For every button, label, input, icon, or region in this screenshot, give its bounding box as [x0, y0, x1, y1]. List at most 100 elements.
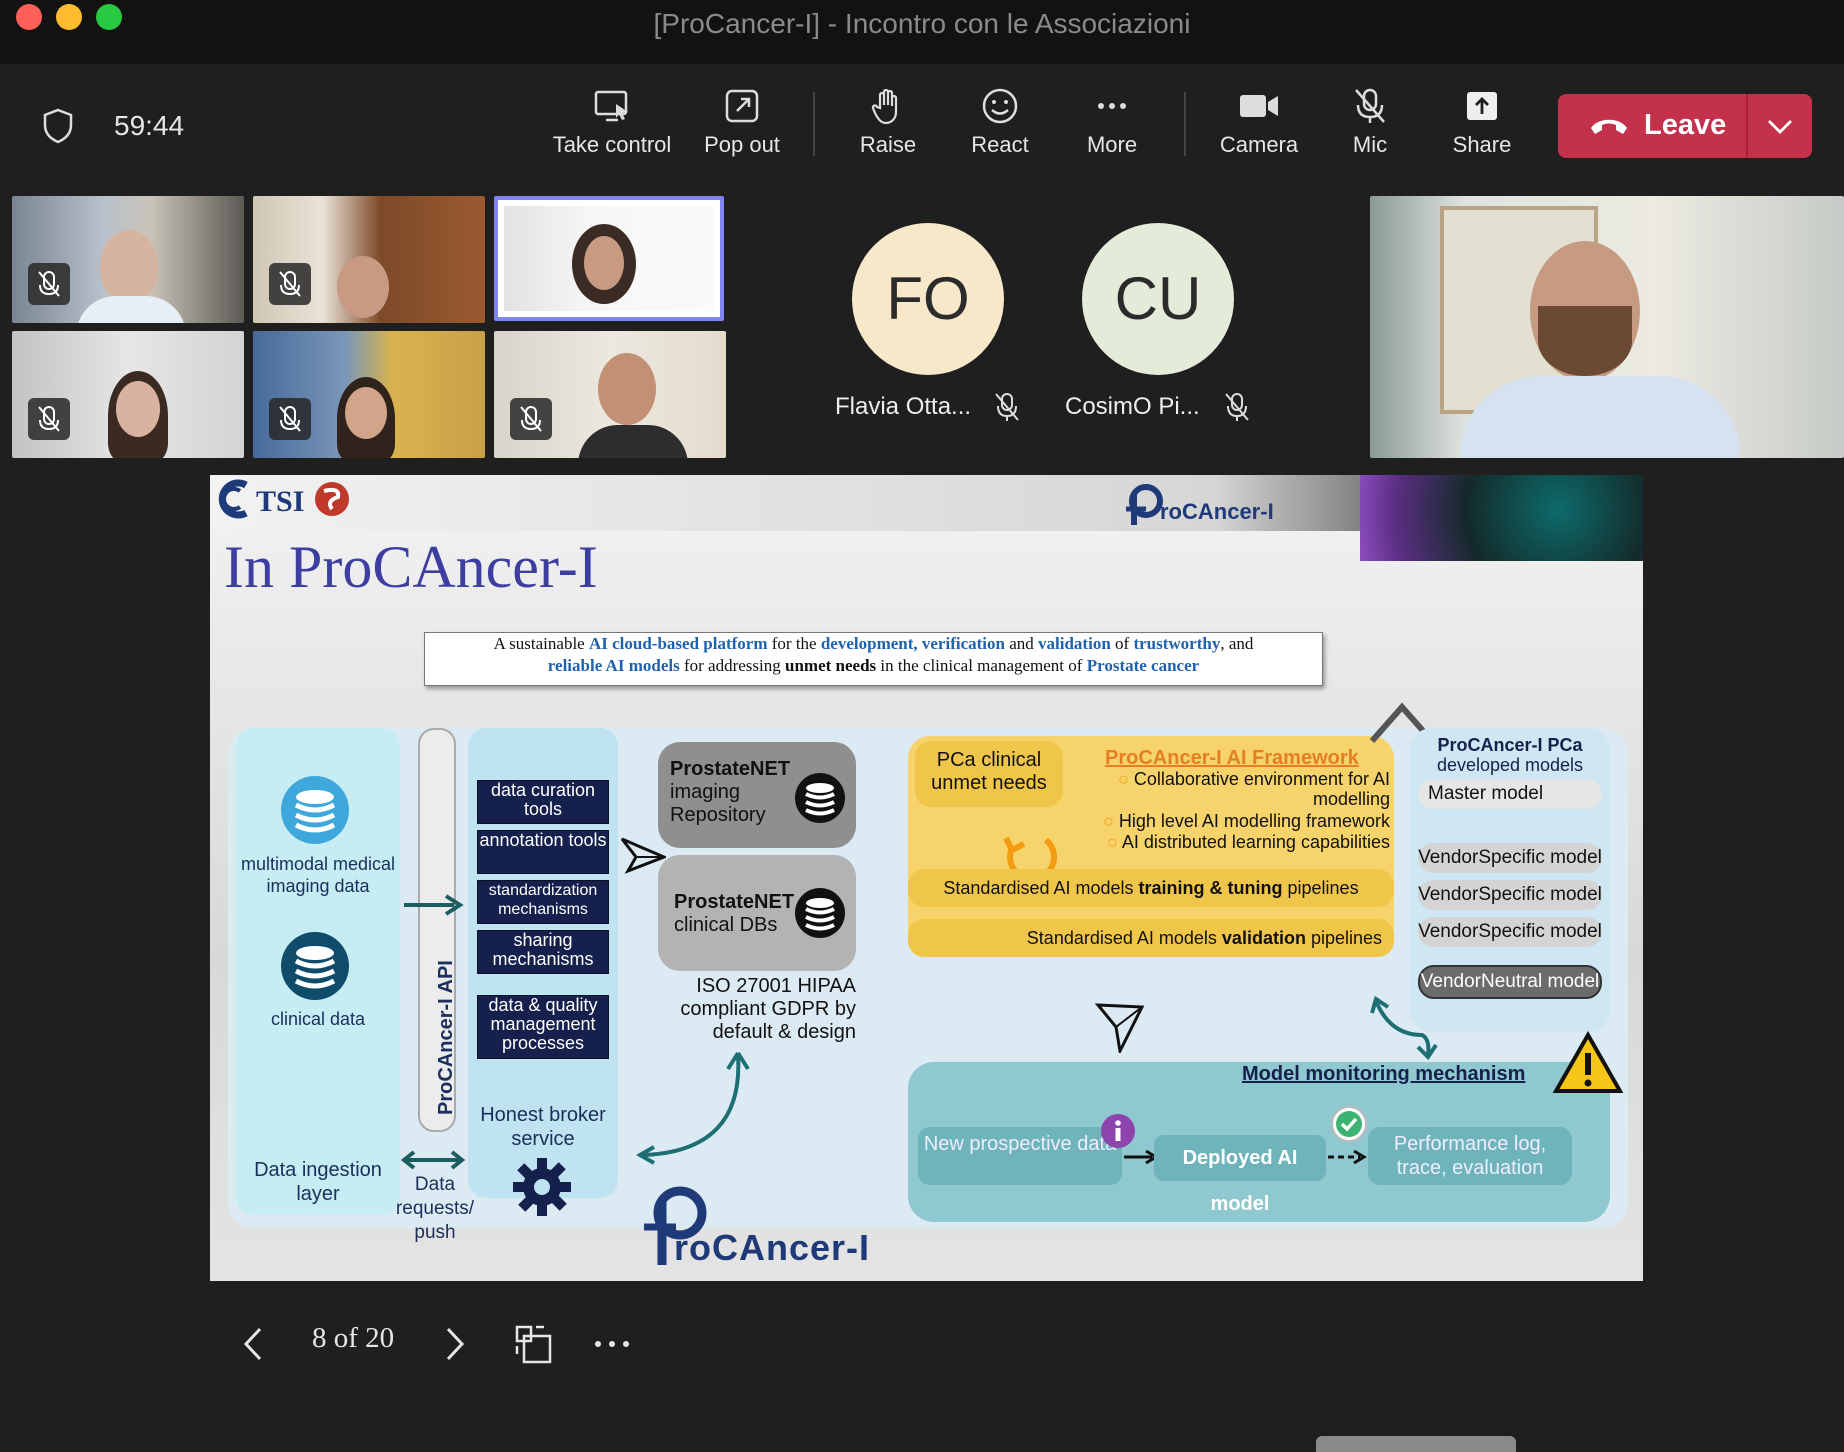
more-label: More: [1086, 132, 1138, 157]
toolbar-divider: [1184, 92, 1186, 156]
meeting-timer: 59:44: [114, 110, 185, 141]
leave-button[interactable]: Leave: [1558, 94, 1812, 158]
previous-slide-button[interactable]: [242, 1326, 264, 1367]
pop-out-button[interactable]: Pop out: [696, 86, 788, 158]
hand-icon: [871, 88, 898, 125]
pipeline-emphasis: training & tuning: [1138, 878, 1283, 898]
self-video-tile[interactable]: [1370, 196, 1844, 458]
intro-text: , and: [1220, 634, 1254, 653]
person-face: [116, 381, 160, 437]
take-control-label: Take control: [552, 132, 672, 157]
person-face: [337, 256, 389, 318]
vendor-neutral-model: VendorNeutral model: [1418, 965, 1602, 999]
stage-control-tab[interactable]: [1316, 1436, 1516, 1452]
framework-title: ProCAncer-I AI Framework: [1105, 747, 1359, 769]
intro-emphasis: unmet needs: [785, 656, 877, 675]
database-icon: [795, 888, 845, 938]
participant-video-tile[interactable]: [253, 196, 485, 323]
next-slide-button[interactable]: [444, 1326, 466, 1367]
framework-item-text: High level AI modelling framework: [1118, 811, 1390, 831]
leave-divider: [1746, 94, 1748, 158]
participant-video-tile-active-speaker[interactable]: [494, 196, 724, 321]
intro-text: A sustainable: [493, 634, 589, 653]
pipeline-text: pipelines: [1282, 878, 1359, 898]
tool-box: sharing mechanisms: [477, 930, 609, 974]
ellipsis-icon: [1098, 103, 1126, 109]
vendor-specific-model: VendorSpecific model: [1418, 880, 1602, 910]
clinical-data-label: clinical data: [270, 1009, 366, 1029]
share-button[interactable]: Share: [1442, 86, 1522, 158]
participant-video-tile[interactable]: [253, 331, 485, 458]
database-icon: [281, 776, 349, 844]
tool-box: data & quality management processes: [477, 995, 609, 1059]
shield-icon[interactable]: [42, 108, 74, 149]
unmet-needs-label: PCa clinical unmet needs: [915, 741, 1063, 807]
tool-box: data curation tools: [477, 780, 609, 824]
chevron-down-icon[interactable]: [1766, 116, 1794, 136]
chevron-right-icon: [446, 1327, 465, 1361]
mic-off-icon: [1355, 88, 1385, 123]
pipeline-emphasis: validation: [1221, 928, 1306, 948]
framework-item: ○ Collaborative environment for AI model…: [1117, 769, 1390, 809]
grid-view-icon: [515, 1325, 552, 1364]
training-pipeline: Standardised AI models training & tuning…: [908, 869, 1394, 907]
person-shoulders: [76, 296, 186, 323]
hang-up-icon: [1591, 119, 1627, 134]
monitoring-title: Model monitoring mechanism: [1242, 1063, 1526, 1085]
intro-emphasis: trustworthy: [1133, 634, 1221, 653]
models-title-rest: developed models: [1436, 755, 1584, 775]
intro-text: for the: [767, 634, 821, 653]
double-arrow-icon: [400, 1150, 466, 1170]
prostatenet-clinical-label: ProstateNET clinical DBs: [674, 891, 794, 937]
institute-logos: TSI: [214, 479, 354, 524]
slide-title: In ProCAncer-I: [224, 534, 598, 600]
paper-plane-down-icon: [1094, 1003, 1145, 1053]
prostatenet-name: ProstateNET: [674, 891, 795, 913]
share-icon: [1467, 92, 1497, 120]
pipeline-text: pipelines: [1305, 928, 1382, 948]
person-shoulders: [578, 425, 688, 458]
pipeline-text: Standardised AI models: [1026, 928, 1222, 948]
intro-text: for addressing: [679, 656, 785, 675]
participant-video-tile[interactable]: [12, 331, 244, 458]
mic-off-icon: [269, 398, 311, 440]
intro-emphasis: Prostate cancer: [1086, 656, 1200, 675]
intro-text: in the clinical management of: [876, 656, 1087, 675]
svg-text:TSI: TSI: [256, 485, 304, 518]
slide-more-options-button[interactable]: [592, 1326, 632, 1367]
intro-text: of: [1110, 634, 1134, 653]
raise-hand-button[interactable]: Raise: [848, 86, 928, 158]
tool-box: annotation tools: [477, 830, 609, 874]
smiley-icon: [982, 88, 1018, 124]
mic-off-icon: [1223, 392, 1251, 427]
toolbar-divider: [813, 92, 815, 156]
mic-button[interactable]: Mic: [1330, 86, 1410, 158]
take-control-icon: [594, 90, 628, 122]
mic-off-icon: [510, 398, 552, 440]
camera-button[interactable]: Camera: [1212, 86, 1306, 158]
mic-off-icon: [993, 392, 1021, 427]
person-face: [100, 230, 158, 302]
prostatenet-imaging-panel: ProstateNET imaging Repository: [658, 742, 856, 848]
framework-item-text: AI distributed learning capabilities: [1121, 832, 1390, 852]
more-button[interactable]: More: [1072, 86, 1152, 158]
person-face: [584, 236, 624, 290]
mic-off-icon: [269, 263, 311, 305]
participant-video-tile[interactable]: [12, 196, 244, 323]
imaging-data-label: multimodal medical imaging data: [240, 854, 396, 896]
models-title-bold: ProCAncer-I PCa: [1437, 735, 1583, 755]
slide-grid-button[interactable]: [514, 1324, 554, 1369]
mic-label: Mic: [1352, 132, 1388, 157]
camera-label: Camera: [1219, 132, 1299, 157]
participant-video-tile[interactable]: [494, 331, 726, 458]
slide-intro-box: A sustainable AI cloud-based platform fo…: [424, 632, 1323, 686]
intro-emphasis: validation: [1038, 634, 1111, 653]
framework-item: ○ AI distributed learning capabilities: [1106, 832, 1390, 852]
participant-avatar[interactable]: FO: [852, 223, 1004, 375]
participant-avatar[interactable]: CU: [1082, 223, 1234, 375]
models-title: ProCAncer-I PCa developed models: [1410, 735, 1610, 775]
pipeline-text: Standardised AI models: [943, 878, 1139, 898]
intro-emphasis: AI cloud-based platform: [588, 634, 768, 653]
react-button[interactable]: React: [960, 86, 1040, 158]
take-control-button[interactable]: Take control: [545, 86, 679, 158]
